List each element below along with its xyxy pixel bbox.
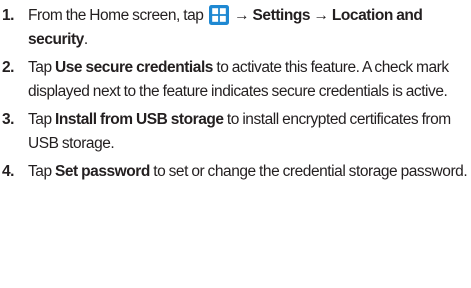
step-3: 3. Tap Install from USB storage to insta… <box>0 108 471 156</box>
step-number: 1. <box>2 7 15 24</box>
step-text: Tap <box>28 163 55 180</box>
menu-item-settings: Settings <box>252 7 311 24</box>
step-number: 3. <box>2 111 15 128</box>
step-1: 1. From the Home screen, tap → Settings … <box>0 4 471 52</box>
option-install-from-usb: Install from USB storage <box>55 111 224 128</box>
step-text: to set or change the credential storage … <box>149 163 468 180</box>
step-text: Tap <box>28 111 55 128</box>
step-2: 2. Tap Use secure credentials to activat… <box>0 56 471 104</box>
step-4: 4. Tap Set password to set or change the… <box>0 160 471 184</box>
step-number: 2. <box>2 59 15 76</box>
step-text: From the Home screen, tap <box>28 7 207 24</box>
step-text: Tap <box>28 59 55 76</box>
arrow-glyph: → <box>234 7 250 24</box>
applications-grid-icon <box>208 5 229 25</box>
option-use-secure-credentials: Use secure credentials <box>55 59 213 76</box>
option-set-password: Set password <box>55 163 150 180</box>
step-number: 4. <box>2 163 15 180</box>
arrow-glyph: → <box>313 7 329 24</box>
step-text: . <box>83 31 88 48</box>
instruction-steps: 1. From the Home screen, tap → Settings … <box>0 4 471 188</box>
